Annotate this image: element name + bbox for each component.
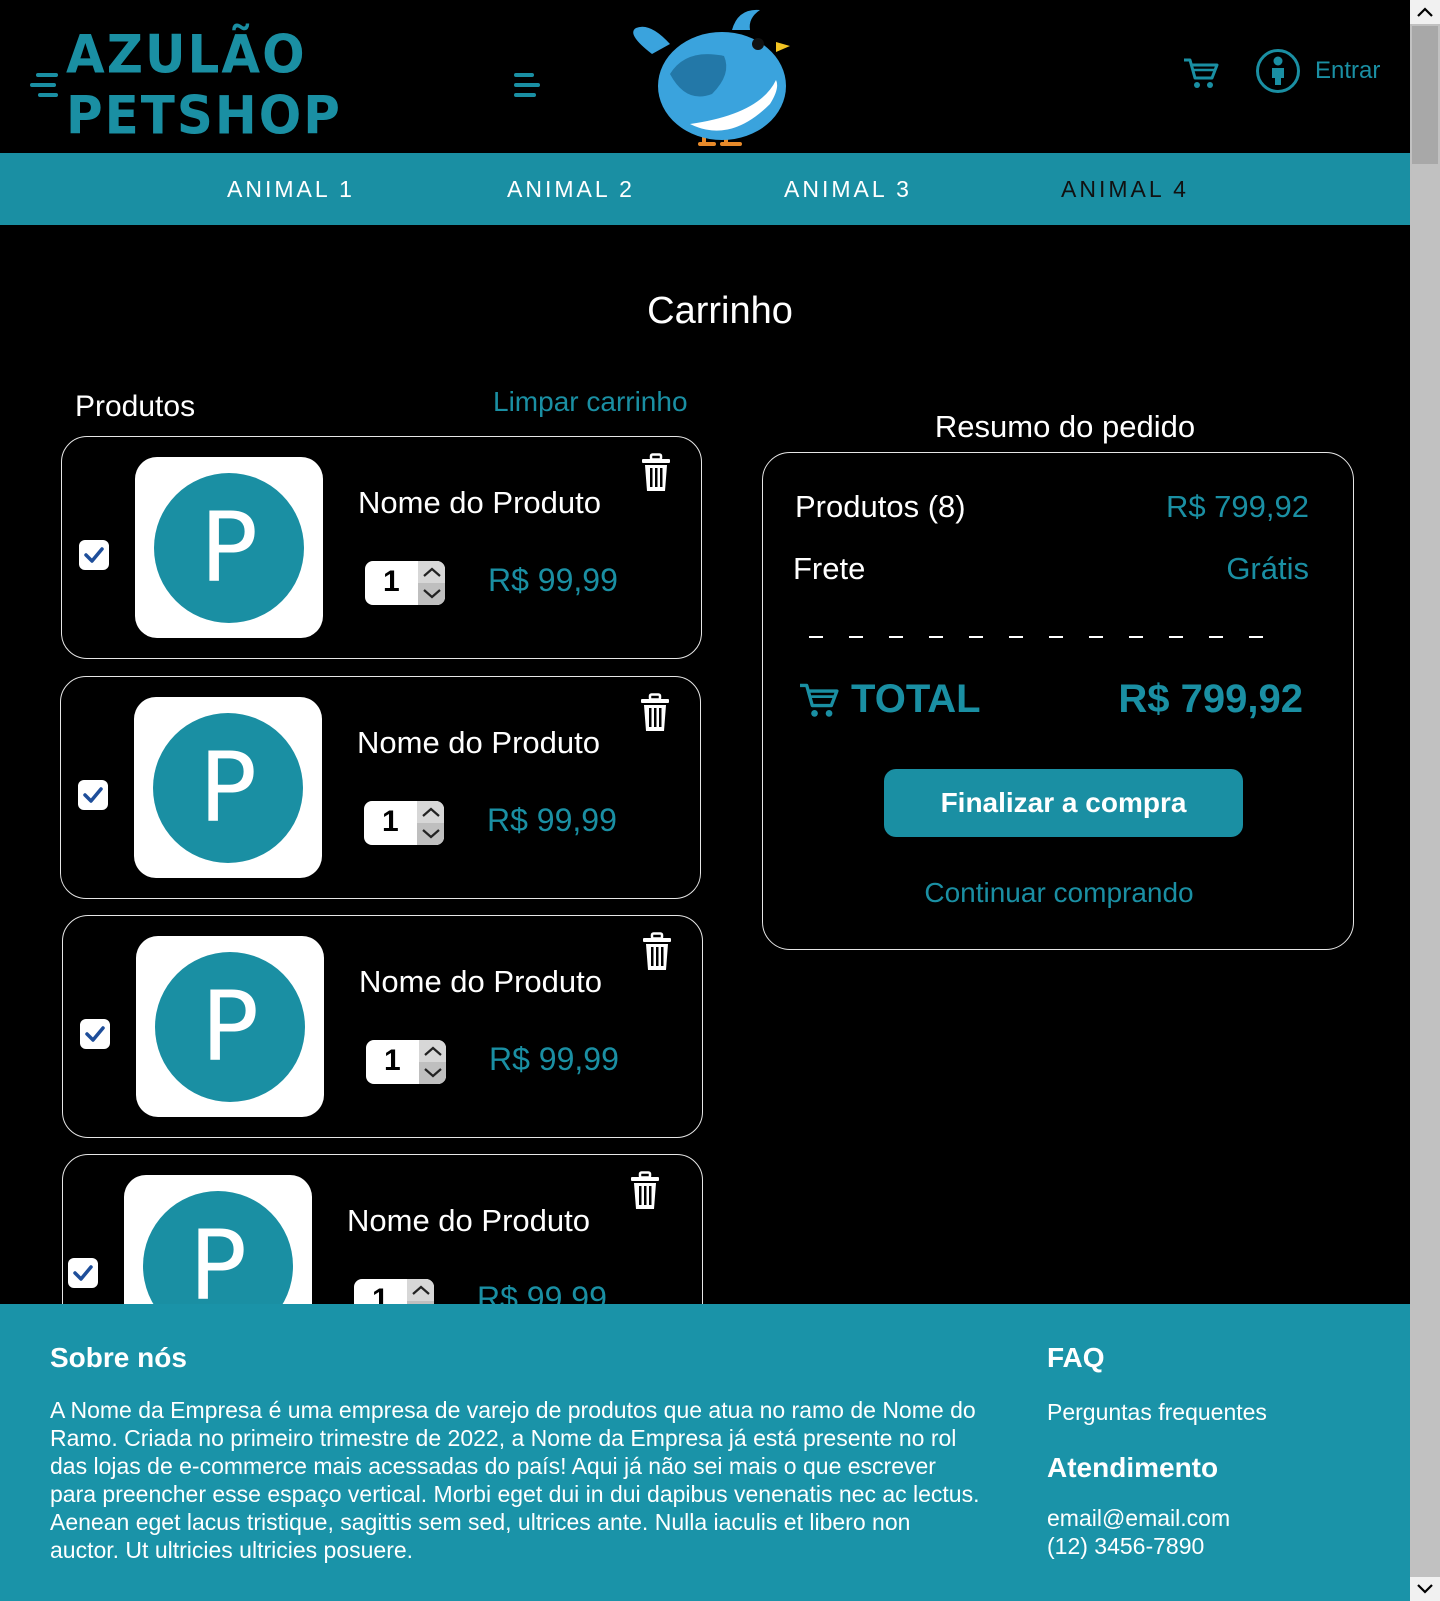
trash-icon[interactable] <box>629 1171 661 1211</box>
main-nav: ANIMAL 1 ANIMAL 2 ANIMAL 3 ANIMAL 4 <box>0 153 1410 225</box>
quantity-stepper[interactable]: 1 <box>364 801 444 845</box>
scroll-thumb[interactable] <box>1412 26 1438 164</box>
logo[interactable]: AZULÃO PETSHOP <box>30 24 540 146</box>
clear-cart-link[interactable]: Limpar carrinho <box>493 386 688 418</box>
nav-item-animal-4[interactable]: ANIMAL 4 <box>1061 153 1189 225</box>
cart-item: P Nome do Produto 1 R$ 99,99 <box>62 915 703 1138</box>
quantity-stepper[interactable]: 1 <box>365 561 445 605</box>
scrollbar[interactable] <box>1410 0 1440 1601</box>
nav-item-animal-2[interactable]: ANIMAL 2 <box>507 153 635 225</box>
product-image[interactable]: P <box>135 457 323 638</box>
summary-products-label: Produtos (8) <box>795 489 966 524</box>
check-icon <box>84 547 104 563</box>
page-title: Carrinho <box>647 290 793 332</box>
total-label: TOTAL <box>851 677 981 721</box>
item-checkbox[interactable] <box>80 1019 110 1049</box>
login-label: Entrar <box>1315 57 1381 84</box>
product-image[interactable]: P <box>136 936 324 1117</box>
cart-item: P Nome do Produto 1 R$ 99,99 <box>60 676 701 899</box>
stepper-arrows <box>419 1040 446 1084</box>
item-checkbox[interactable] <box>79 540 109 570</box>
support-phone: (12) 3456-7890 <box>1047 1533 1205 1559</box>
check-icon <box>83 787 103 803</box>
logo-dash-right-icon <box>514 73 540 97</box>
product-name: Nome do Produto <box>347 1203 590 1238</box>
bird-mascot-icon <box>633 9 790 146</box>
summary-products-row: Produtos (8) R$ 799,92 <box>795 489 1309 525</box>
check-icon <box>73 1265 93 1281</box>
increment-icon[interactable] <box>418 561 445 583</box>
product-price: R$ 99,99 <box>487 802 617 838</box>
summary-shipping-row: Frete Grátis <box>793 551 1309 587</box>
total-value: R$ 799,92 <box>1118 677 1303 721</box>
products-heading: Produtos <box>75 390 196 423</box>
faq-link[interactable]: Perguntas frequentes <box>1047 1398 1267 1426</box>
about-text: A Nome da Empresa é uma empresa de varej… <box>50 1397 980 1563</box>
quantity-value: 1 <box>384 1044 401 1077</box>
finish-purchase-button[interactable]: Finalizar a compra <box>884 769 1243 837</box>
decrement-icon[interactable] <box>417 823 444 845</box>
header: AZULÃO PETSHOP Entrar <box>0 0 1410 153</box>
summary-shipping-label: Frete <box>793 551 866 586</box>
quantity-stepper[interactable]: 1 <box>366 1040 446 1084</box>
page: AZULÃO PETSHOP Entrar ANIMAL 1 ANIMAL 2 … <box>0 0 1410 1601</box>
summary-shipping-value: Grátis <box>1226 551 1309 586</box>
order-summary: Produtos (8) R$ 799,92 Frete Grátis TOTA… <box>762 452 1354 950</box>
trash-icon[interactable] <box>639 693 671 733</box>
product-price: R$ 99,99 <box>488 562 618 598</box>
product-name: Nome do Produto <box>359 964 602 999</box>
trash-icon[interactable] <box>640 453 672 493</box>
logo-text: AZULÃO PETSHOP <box>66 24 342 146</box>
about-title: Sobre nós <box>50 1342 187 1373</box>
nav-item-animal-3[interactable]: ANIMAL 3 <box>784 153 912 225</box>
increment-icon[interactable] <box>419 1040 446 1062</box>
cart-icon[interactable] <box>1182 56 1220 90</box>
quantity-value: 1 <box>382 805 399 838</box>
logo-dash-left-icon <box>30 73 58 97</box>
summary-title: Resumo do pedido <box>934 409 1196 444</box>
quantity-value: 1 <box>383 565 400 598</box>
scroll-up-icon[interactable] <box>1410 0 1440 24</box>
stepper-arrows <box>418 561 445 605</box>
increment-icon[interactable] <box>407 1279 434 1301</box>
increment-icon[interactable] <box>417 801 444 823</box>
summary-divider <box>809 636 1289 638</box>
product-placeholder-icon: P <box>153 712 303 863</box>
item-checkbox[interactable] <box>78 780 108 810</box>
product-name: Nome do Produto <box>358 485 601 520</box>
scroll-down-icon[interactable] <box>1410 1577 1440 1601</box>
login-button[interactable]: Entrar <box>1255 48 1380 94</box>
item-checkbox[interactable] <box>68 1258 98 1288</box>
cart-icon <box>800 683 839 717</box>
product-placeholder-icon: P <box>154 472 304 623</box>
footer: Sobre nós A Nome da Empresa é uma empres… <box>0 1304 1410 1601</box>
faq-title: FAQ <box>1047 1342 1105 1373</box>
check-icon <box>85 1026 105 1042</box>
user-icon <box>1256 49 1300 93</box>
continue-shopping-link[interactable]: Continuar comprando <box>763 877 1355 909</box>
stepper-arrows <box>417 801 444 845</box>
cart-item: P Nome do Produto 1 R$ 99,99 <box>61 436 702 659</box>
product-image[interactable]: P <box>134 697 322 878</box>
decrement-icon[interactable] <box>418 583 445 605</box>
trash-icon[interactable] <box>641 932 673 972</box>
support-email[interactable]: email@email.com <box>1047 1504 1230 1532</box>
summary-products-value: R$ 799,92 <box>1165 489 1309 524</box>
summary-total-row: TOTAL R$ 799,92 <box>797 677 1303 722</box>
support-title: Atendimento <box>1047 1452 1219 1483</box>
product-price: R$ 99,99 <box>489 1041 619 1077</box>
total-label-group: TOTAL <box>797 677 981 722</box>
product-name: Nome do Produto <box>357 725 600 760</box>
decrement-icon[interactable] <box>419 1062 446 1084</box>
product-placeholder-icon: P <box>155 951 305 1102</box>
nav-item-animal-1[interactable]: ANIMAL 1 <box>227 153 355 225</box>
